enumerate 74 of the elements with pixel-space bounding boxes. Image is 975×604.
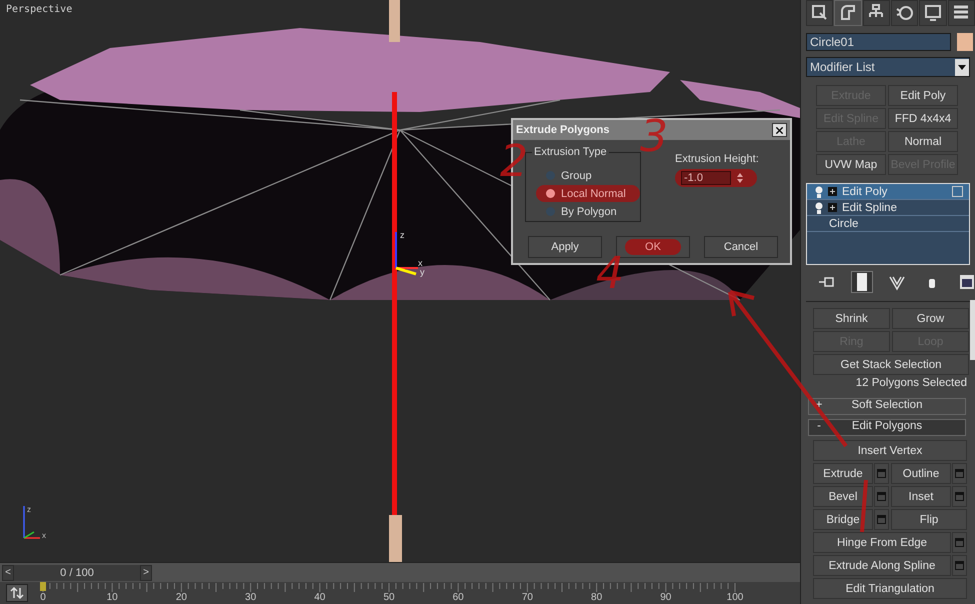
edit-polygon-button[interactable]: Extrude Along Spline [813, 555, 951, 576]
group-title: Extrusion Type [532, 146, 609, 158]
radio-option[interactable]: By Polygon [536, 203, 640, 220]
previous-frame-button[interactable]: < [2, 564, 14, 580]
radio-option[interactable]: Group [536, 167, 640, 184]
frame-number: 10 [106, 592, 118, 603]
command-panel-tab[interactable] [834, 0, 862, 26]
viewport-label[interactable]: Perspective [6, 4, 72, 15]
radio-option[interactable]: Local Normal [536, 185, 640, 202]
time-marker[interactable] [40, 582, 46, 591]
edit-polygon-button[interactable]: Hinge From Edge [813, 532, 951, 553]
command-panel-tab[interactable] [862, 0, 890, 26]
object-color-swatch[interactable] [957, 33, 973, 51]
edit-polygon-button[interactable]: Bridge [813, 509, 873, 530]
dialog-button[interactable]: Cancel [704, 236, 778, 258]
command-panel-tab[interactable] [948, 0, 975, 26]
expand-plus-icon [828, 203, 837, 212]
modifier-button[interactable]: Normal [888, 131, 958, 152]
edit-polygon-button[interactable]: Insert Vertex [813, 440, 967, 461]
frame-number: 80 [591, 592, 602, 603]
next-frame-button[interactable]: > [140, 564, 152, 580]
selection-button[interactable]: Shrink [813, 308, 890, 329]
axis-gizmo-drawing: z x y [392, 228, 432, 278]
selection-info: 12 Polygons Selected [854, 377, 968, 391]
modifier-button[interactable]: UVW Map [816, 154, 886, 175]
edit-polygon-button[interactable]: Flip [891, 509, 967, 530]
frame-number: 50 [383, 592, 395, 603]
frame-number: 100 [726, 592, 744, 603]
dropdown-arrow-icon [958, 64, 966, 70]
command-panel-tab[interactable] [806, 0, 834, 26]
expand-plus-icon [828, 187, 837, 196]
stack-item[interactable]: Edit Poly [807, 184, 969, 200]
edit-polygon-button[interactable]: Inset [891, 486, 951, 507]
edit-polygon-button[interactable]: Extrude [813, 463, 873, 484]
modifier-button[interactable]: FFD 4x4x4 [888, 108, 958, 129]
edit-polygon-button[interactable]: Outline [891, 463, 951, 484]
close-button[interactable] [772, 123, 787, 137]
command-panel-tab[interactable] [919, 0, 947, 26]
frame-number: 90 [660, 592, 672, 603]
field-label: Extrusion Height: [675, 153, 759, 165]
frame-number: 30 [245, 592, 256, 603]
lightbulb-icon [815, 202, 823, 214]
extrusion-height-spinner[interactable]: -1.0 [675, 169, 757, 187]
rollout-header[interactable]: - Edit Polygons [808, 419, 966, 436]
dialog-title: Extrude Polygons [516, 124, 610, 136]
frame-number: 60 [452, 592, 464, 603]
swap-arrows-icon [10, 586, 24, 600]
lightbulb-icon [815, 186, 823, 198]
checkbox-square[interactable] [952, 186, 963, 197]
stack-tool-button[interactable] [851, 271, 873, 293]
edit-polygon-button[interactable]: Bevel [813, 486, 873, 507]
stack-item[interactable]: Edit Spline [807, 200, 969, 216]
modifier-list-dropdown[interactable]: Modifier List [806, 57, 970, 77]
dialog-button[interactable]: Apply [528, 236, 602, 258]
annotation-stroke [858, 478, 870, 534]
frame-number: 40 [314, 592, 326, 603]
handwritten-number: 3 [640, 115, 668, 159]
get-stack-selection-button[interactable]: Get Stack Selection [813, 354, 969, 375]
corner-axis-drawing: z x [18, 502, 50, 542]
command-panel-tab[interactable] [890, 0, 918, 26]
scrollbar-thumb[interactable] [970, 300, 975, 360]
selection-button[interactable]: Grow [892, 308, 969, 329]
frame-number: 70 [522, 592, 533, 603]
key-mode-button[interactable] [6, 584, 28, 602]
rollout-header[interactable]: + Soft Selection [808, 398, 966, 415]
stack-item[interactable]: Circle [807, 216, 969, 232]
edit-polygon-button[interactable]: Edit Triangulation [813, 578, 967, 599]
radio-dot [546, 189, 555, 198]
frame-number: 0 [40, 592, 46, 603]
modifier-button[interactable]: Edit Poly [888, 85, 958, 106]
object-name-field[interactable]: Circle01 [806, 33, 951, 51]
time-slider-thumb[interactable]: 0 / 100 [14, 564, 140, 580]
frame-number: 20 [176, 592, 187, 603]
close-icon [774, 124, 785, 136]
